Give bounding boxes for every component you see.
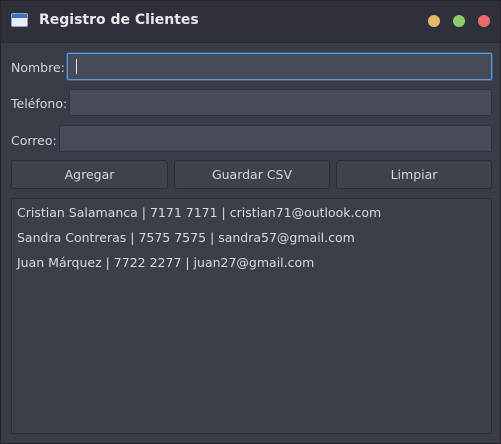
main-window: Registro de Clientes Nombre: Teléfono: C… (0, 0, 501, 444)
title-bar[interactable]: Registro de Clientes (1, 1, 500, 43)
list-item[interactable]: Cristian Salamanca | 7171 7171 | cristia… (12, 204, 491, 229)
telefono-label: Teléfono: (11, 96, 68, 111)
maximize-button[interactable] (453, 15, 465, 27)
clientes-list[interactable]: Cristian Salamanca | 7171 7171 | cristia… (11, 198, 492, 434)
list-item[interactable]: Sandra Contreras | 7575 7575 | sandra57@… (12, 229, 491, 254)
correo-label: Correo: (11, 133, 57, 148)
close-button[interactable] (478, 15, 490, 27)
nombre-input[interactable] (67, 53, 492, 80)
nombre-label: Nombre: (11, 60, 65, 75)
telefono-input[interactable] (69, 89, 492, 116)
text-caret (76, 59, 77, 74)
guardar-csv-button[interactable]: Guardar CSV (174, 160, 330, 189)
list-item[interactable]: Juan Márquez | 7722 2277 | juan27@gmail.… (12, 254, 491, 279)
window-title: Registro de Clientes (39, 12, 199, 28)
window-app-icon (11, 13, 28, 27)
agregar-button[interactable]: Agregar (11, 160, 168, 189)
minimize-button[interactable] (428, 15, 440, 27)
correo-input[interactable] (59, 125, 492, 152)
limpiar-button[interactable]: Limpiar (336, 160, 492, 189)
